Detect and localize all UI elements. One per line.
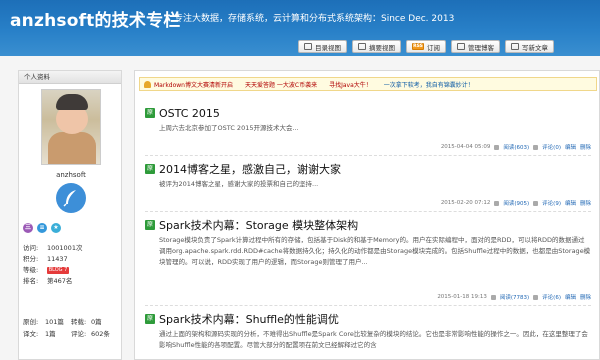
avatar[interactable] [41, 89, 101, 165]
notice-link[interactable]: 一次拿下软考，我自有锦囊妙计！ [384, 80, 474, 89]
divider [145, 305, 591, 306]
blog-subtitle: 专注大数据，存储系统，云计算和分布式系统架构：Since Dec. 2013 [174, 14, 455, 24]
summary-view-label: 摘要视图 [369, 43, 395, 52]
notice-link[interactable]: 寻找Java大牛！ [329, 80, 372, 89]
edit-link[interactable]: 编辑 [565, 199, 576, 207]
article-title[interactable]: OSTC 2015 [159, 107, 220, 120]
directory-view-label: 目录视图 [315, 43, 341, 52]
level-badge: BLOG 7 [47, 267, 69, 274]
article-summary: 通过上面的架构和源码实现的分析，不难得出Shuffle是Spark Core比较… [159, 330, 588, 349]
stat-original-reprint: 原创: 101篇 转载: 0篇 [23, 318, 102, 326]
comment-count-link[interactable]: 评论(6) [542, 293, 561, 301]
delete-link[interactable]: 删除 [580, 199, 591, 207]
manage-icon [457, 43, 465, 50]
delete-link[interactable]: 删除 [580, 143, 591, 151]
article-date: 2015-01-18 19:13 [437, 294, 487, 300]
stat-translated-comments: 译文: 1篇 评论: 602条 [23, 330, 110, 338]
comment-count-link[interactable]: 评论(0) [542, 143, 561, 151]
original-badge: 原 [145, 314, 155, 324]
summary-view-button[interactable]: 摘要视图 [352, 40, 401, 53]
divider [145, 155, 591, 156]
write-icon [511, 43, 519, 50]
divider [145, 211, 591, 212]
original-badge: 原 [145, 220, 155, 230]
stat-visits: 访问: 1001001次 [23, 244, 83, 252]
article-item: 原 OSTC 2015 上周六去北京参加了OSTC 2015开源技术大会... … [145, 105, 591, 151]
article-meta: 2015-02-20 07:12 阅读(905) 评论(9) 编辑 删除 [441, 199, 591, 207]
edit-link[interactable]: 编辑 [565, 143, 576, 151]
read-icon [494, 200, 500, 206]
stat-points: 积分: 11437 [23, 255, 68, 263]
profile-heading: 个人资料 [19, 71, 121, 84]
article-summary: Storage模块负责了Spark计算过程中所有的存储，包括基于Disk的和基于… [159, 236, 591, 266]
notice-link[interactable]: 天天爱答题 一大波C币袭来 [245, 80, 317, 89]
stat-rank: 排名: 第467名 [23, 277, 73, 285]
delete-link[interactable]: 删除 [580, 293, 591, 301]
blog-header: anzhsoft的技术专栏 专注大数据，存储系统，云计算和分布式系统架构：Sin… [0, 0, 600, 56]
bell-icon [144, 80, 151, 88]
article-date: 2015-04-04 05:09 [440, 144, 491, 150]
stat-level: 等级: BLOG 7 [23, 266, 69, 274]
read-count-link[interactable]: 阅读(7783) [500, 293, 529, 301]
article-item: 原 Spark技术内幕：Shuffle的性能调优 通过上面的架构和源码实现的分析… [145, 311, 591, 351]
blog-stats: 访问: 1001001次 积分: 11437 等级: BLOG 7 排名: 第4… [23, 243, 119, 287]
feather-icon [56, 183, 86, 213]
read-icon [490, 294, 496, 300]
article-meta: 2015-04-04 05:09 阅读(603) 评论(0) 编辑 删除 [441, 143, 591, 151]
article-meta: 2015-01-18 19:13 阅读(7783) 评论(6) 编辑 删除 [437, 293, 591, 301]
article-title[interactable]: Spark技术内幕：Shuffle的性能调优 [159, 311, 339, 327]
star-medal-icon[interactable]: ★ [51, 223, 61, 233]
write-article-label: 写新文章 [522, 43, 548, 52]
article-list: Markdown博文大赛清新开启 天天爱答题 一大波C币袭来 寻找Java大牛！… [134, 70, 600, 360]
write-article-button[interactable]: 写新文章 [505, 40, 554, 53]
username[interactable]: anzhsoft [19, 171, 123, 179]
article-item: 原 Spark技术内幕：Storage 模块整体架构 Storage模块负责了S… [145, 217, 591, 301]
notice-bar: Markdown博文大赛清新开启 天天爱答题 一大波C币袭来 寻找Java大牛！… [139, 77, 597, 91]
comment-icon [533, 294, 539, 300]
article-item: 原 2014博客之星，感激自己，谢谢大家 被评为2014博客之星，感谢大家的投票… [145, 161, 591, 207]
article-date: 2015-02-20 07:12 [440, 200, 491, 206]
original-badge: 原 [145, 108, 155, 118]
read-count-link[interactable]: 阅读(905) [503, 199, 529, 207]
profile-sidebar: 个人资料 anzhsoft 三 ≡ ★ 访问: 1001001次 积分: 114… [18, 70, 122, 360]
summary-icon [358, 43, 366, 50]
medal-badges: 三 ≡ ★ [23, 223, 61, 233]
comment-icon [533, 144, 539, 150]
medal-icon[interactable]: 三 [23, 223, 33, 233]
article-title[interactable]: 2014博客之星，感激自己，谢谢大家 [159, 161, 341, 177]
comment-count-link[interactable]: 评论(9) [542, 199, 561, 207]
directory-view-button[interactable]: 目录视图 [298, 40, 347, 53]
article-title[interactable]: Spark技术内幕：Storage 模块整体架构 [159, 217, 358, 233]
blog-title[interactable]: anzhsoft的技术专栏 [10, 6, 181, 31]
article-summary: 上周六去北京参加了OSTC 2015开源技术大会... [159, 124, 299, 132]
medal-icon[interactable]: ≡ [37, 223, 47, 233]
manage-blog-button[interactable]: 管理博客 [451, 40, 500, 53]
view-toolbar: 目录视图 摘要视图 RSS 订阅 管理博客 写新文章 [298, 40, 554, 53]
subscribe-label: 订阅 [427, 43, 440, 52]
article-summary: 被评为2014博客之星，感谢大家的投票和自己的坚持... [159, 180, 319, 188]
subscribe-button[interactable]: RSS 订阅 [406, 40, 446, 53]
manage-blog-label: 管理博客 [468, 43, 494, 52]
notice-link[interactable]: Markdown博文大赛清新开启 [154, 80, 233, 89]
comment-icon [533, 200, 539, 206]
rss-icon: RSS [412, 43, 424, 50]
read-icon [494, 144, 500, 150]
edit-link[interactable]: 编辑 [565, 293, 576, 301]
read-count-link[interactable]: 阅读(603) [503, 143, 529, 151]
list-icon [304, 43, 312, 50]
original-badge: 原 [145, 164, 155, 174]
